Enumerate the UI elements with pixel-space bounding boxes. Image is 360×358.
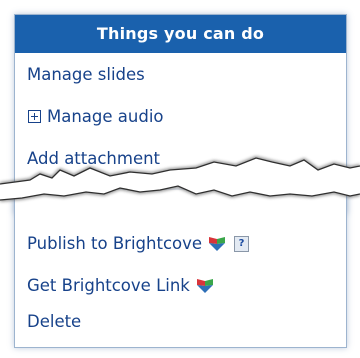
manage-slides-label: Manage slides: [27, 65, 145, 84]
brightcove-icon: [196, 278, 213, 293]
manage-audio-link[interactable]: Manage audio: [27, 107, 164, 126]
panel-title: Things you can do: [15, 15, 346, 53]
manage-slides-link[interactable]: Manage slides: [27, 65, 145, 84]
brightcove-icon: [209, 236, 226, 251]
delete-label: Delete: [27, 312, 82, 331]
publish-to-brightcove-label: Publish to Brightcove: [27, 234, 203, 253]
help-icon[interactable]: ?: [234, 235, 250, 252]
expand-plus-icon[interactable]: [28, 110, 41, 123]
get-brightcove-link-label: Get Brightcove Link: [27, 276, 190, 295]
publish-to-brightcove-link[interactable]: Publish to Brightcove ?: [27, 234, 250, 253]
manage-audio-label: Manage audio: [47, 107, 164, 126]
torn-edge-divider: [0, 156, 360, 202]
get-brightcove-link[interactable]: Get Brightcove Link: [27, 276, 214, 295]
delete-link[interactable]: Delete: [27, 312, 81, 331]
